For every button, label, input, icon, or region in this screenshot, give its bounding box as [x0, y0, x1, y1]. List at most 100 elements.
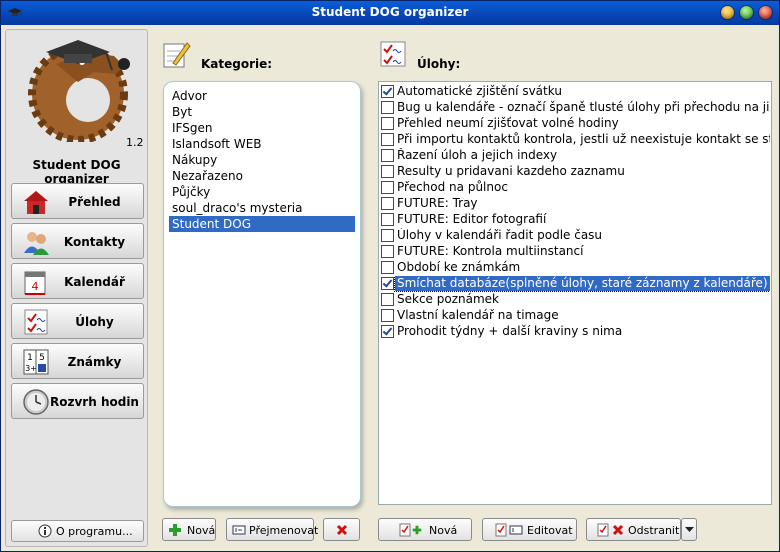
task-text: Prohodit týdny + další kraviny s nima [397, 324, 623, 338]
nav-ulohy-button[interactable]: Úlohy [11, 303, 144, 339]
task-item[interactable]: Resulty u pridavani kazdeho zaznamu [380, 164, 770, 180]
category-item[interactable]: Islandsoft WEB [169, 136, 355, 152]
task-delete-icon [597, 523, 609, 537]
tasks-items: Automatické zjištění svátku Bug u kalendá… [380, 84, 770, 340]
category-item[interactable]: Nákupy [169, 152, 355, 168]
task-checkbox[interactable] [381, 181, 394, 194]
task-checkbox[interactable] [381, 101, 394, 114]
task-checkbox[interactable] [381, 309, 394, 322]
edit-task-button[interactable]: Editovat [482, 518, 577, 541]
task-text: FUTURE: Tray [397, 196, 478, 210]
task-text: Resulty u pridavani kazdeho zaznamu [397, 164, 625, 178]
task-item[interactable]: FUTURE: Kontrola multiinstancí [380, 244, 770, 260]
task-item-selected[interactable]: Smíchat databáze(splněné úlohy, staré zá… [380, 276, 770, 292]
info-icon [38, 524, 52, 538]
close-button[interactable] [759, 6, 772, 19]
delete-x-icon [612, 524, 624, 536]
task-item[interactable]: FUTURE: Editor fotografií [380, 212, 770, 228]
notepad-pencil-icon [163, 42, 191, 68]
delete-x-icon [336, 524, 348, 536]
rename-category-button[interactable]: Přejmenovat [226, 518, 318, 541]
task-item[interactable]: Přehled neumí zjišťovat volné hodiny [380, 116, 770, 132]
delete-category-button[interactable] [323, 518, 360, 541]
nav-kontakty-button[interactable]: Kontakty [11, 223, 144, 259]
task-item[interactable]: Přechod na půlnoc [380, 180, 770, 196]
rename-icon [232, 525, 246, 535]
nav-label: Přehled [68, 195, 121, 209]
task-checkbox[interactable] [381, 85, 394, 98]
new-task-button[interactable]: Nová [378, 518, 472, 541]
task-item[interactable]: Při importu kontaktů kontrola, jestli už… [380, 132, 770, 148]
task-item[interactable]: Sekce poznámek [380, 292, 770, 308]
task-checkbox[interactable] [381, 229, 394, 242]
rename-category-label: Přejmenovat [249, 524, 319, 537]
nav-label: Kalendář [64, 275, 125, 289]
task-item[interactable]: Období ke známkám [380, 260, 770, 276]
task-item[interactable]: Úlohy v kalendáři řadit podle času [380, 228, 770, 244]
task-edit-icon [495, 523, 507, 537]
task-text: Řazení úloh a jejich indexy [397, 148, 558, 162]
task-item[interactable]: Vlastní kalendář na timage [380, 308, 770, 324]
about-label: O programu... [56, 525, 133, 538]
task-checkbox[interactable] [381, 261, 394, 274]
minimize-button[interactable] [721, 6, 734, 19]
task-item[interactable]: Bug u kalendáře - označí španě tlusté úl… [380, 100, 770, 116]
tasks-icon [24, 309, 48, 335]
category-item[interactable]: Byt [169, 104, 355, 120]
task-checkbox[interactable] [381, 149, 394, 162]
tasks-header-icon [380, 41, 406, 67]
category-item[interactable]: soul_draco's mysteria [169, 200, 355, 216]
plus-icon [412, 525, 422, 535]
task-checkbox[interactable] [381, 165, 394, 178]
clock-icon [23, 389, 49, 415]
categories-list[interactable]: Advor Byt IFSgen Islandsoft WEB Nákupy N… [163, 81, 361, 507]
task-checkbox[interactable] [381, 117, 394, 130]
window-title: Student DOG organizer [311, 5, 469, 19]
house-icon [24, 191, 48, 214]
task-checkbox[interactable] [381, 213, 394, 226]
task-text: Přehled neumí zjišťovat volné hodiny [397, 116, 619, 130]
category-item-selected[interactable]: Student DOG [169, 216, 355, 232]
version-label: 1.2 [126, 136, 144, 149]
task-text: Automatické zjištění svátku [397, 84, 562, 98]
nav-znamky-button[interactable]: 1 5 3+ Známky [11, 343, 144, 379]
maximize-button[interactable] [740, 6, 753, 19]
nav-kalendar-button[interactable]: 4 Kalendář [11, 263, 144, 299]
dog-logo-icon [28, 40, 130, 142]
title-bar[interactable]: Student DOG organizer [1, 1, 779, 25]
nav-prehled-button[interactable]: Přehled [11, 183, 144, 219]
task-checkbox[interactable] [381, 245, 394, 258]
category-item[interactable]: Půjčky [169, 184, 355, 200]
category-item[interactable]: Advor [169, 88, 355, 104]
new-category-button[interactable]: Nová [162, 518, 216, 541]
app-window: Student DOG organizer 1.2 Student DOG or… [0, 0, 780, 552]
delete-task-button[interactable]: Odstranit [586, 518, 681, 541]
task-checkbox[interactable] [381, 325, 394, 338]
category-item[interactable]: Nezařazeno [169, 168, 355, 184]
task-text: FUTURE: Kontrola multiinstancí [397, 244, 584, 258]
task-text: Vlastní kalendář na timage [397, 308, 559, 322]
nav-rozvrh-button[interactable]: Rozvrh hodin [11, 383, 144, 419]
rename-icon [509, 525, 523, 535]
task-checkbox[interactable] [381, 133, 394, 146]
edit-task-label: Editovat [527, 524, 573, 537]
delete-options-dropdown[interactable] [681, 518, 697, 541]
sidebar: 1.2 Student DOG organizer Přehled Kontak… [5, 29, 148, 547]
about-button[interactable]: O programu... [11, 520, 144, 542]
tasks-list[interactable]: Automatické zjištění svátku Bug u kalendá… [378, 81, 772, 505]
task-text: Smíchat databáze(splněné úlohy, staré zá… [394, 276, 770, 292]
calendar-icon: 4 [24, 271, 46, 295]
task-checkbox[interactable] [381, 197, 394, 210]
task-item[interactable]: Řazení úloh a jejich indexy [380, 148, 770, 164]
task-text: Bug u kalendáře - označí španě tlusté úl… [397, 100, 770, 114]
nav-label: Známky [67, 355, 122, 369]
task-checkbox[interactable] [381, 293, 394, 306]
task-item[interactable]: Prohodit týdny + další kraviny s nima [380, 324, 770, 340]
tasks-header: Úlohy: [417, 57, 461, 71]
chevron-down-icon [685, 527, 694, 532]
task-add-icon [399, 523, 411, 537]
category-item[interactable]: IFSgen [169, 120, 355, 136]
task-checkbox[interactable] [381, 277, 394, 290]
task-item[interactable]: FUTURE: Tray [380, 196, 770, 212]
task-item[interactable]: Automatické zjištění svátku [380, 84, 770, 100]
